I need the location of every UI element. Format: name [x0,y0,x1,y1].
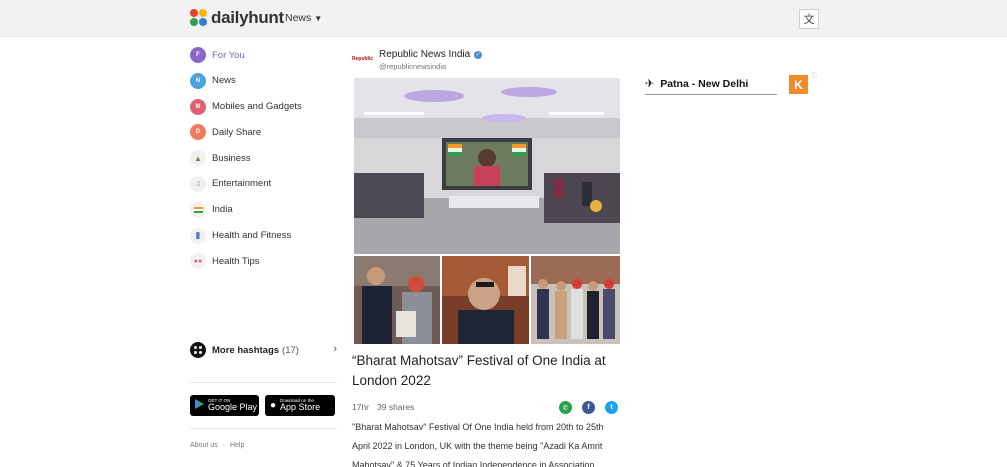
whatsapp-icon[interactable]: ✆ [559,401,572,414]
article-thumbnail[interactable] [531,256,620,344]
health-tips-icon: ●● [190,253,206,270]
sidebar: F For You N News M Mobiles and Gadgets D… [190,46,340,278]
entertainment-icon: ♫ [190,175,206,192]
verified-icon: ✓ [474,50,483,59]
source-logo: Republic [352,56,374,62]
article-thumbnail[interactable] [442,256,529,344]
hashtags-count: (17) [282,344,299,356]
article-body: "Bharat Mahotsav" Festival Of One India … [352,422,604,467]
airplane-icon: ✈ [645,78,655,90]
photo-group-image [531,256,620,344]
article-time: 17hr [352,402,370,412]
sidebar-item-label: Health Tips [212,255,260,267]
flight-route-widget[interactable]: ✈ Patna - New Delhi [645,73,777,95]
help-link[interactable]: Help [230,442,244,449]
ad-logo-icon[interactable]: K [789,75,808,94]
ad-info-icon[interactable]: ⓘ [811,71,817,80]
translate-icon[interactable]: 文 [799,9,819,29]
article-shares: 39 shares [377,402,415,412]
sidebar-item-health-tips[interactable]: ●● Health Tips [190,252,340,270]
hashtag-grid-icon [190,342,206,358]
caret-down-icon: ▼ [314,13,323,23]
twitter-icon[interactable]: t [605,401,618,414]
chevron-right-icon: › [333,343,337,355]
sidebar-item-health-fitness[interactable]: ▮ Health and Fitness [190,227,340,245]
sidebar-item-news[interactable]: N News [190,72,340,90]
logo-text: dailyhunt [211,8,284,27]
photo-award-image [354,256,440,344]
divider [190,382,337,383]
sidebar-item-label: Daily Share [212,126,262,138]
article-hero-image[interactable] [354,78,620,254]
news-icon: N [190,72,206,89]
app-store-button[interactable]: ● Download on the App Store [265,395,335,416]
source-name: Republic News India [379,49,471,60]
footer-links: About us · Help [190,442,245,449]
about-link[interactable]: About us [190,442,218,449]
health-fitness-icon: ▮ [190,227,206,244]
conference-hall-image [354,78,620,254]
divider [190,428,337,429]
sidebar-item-business[interactable]: ▲ Business [190,149,340,167]
article-title[interactable]: “Bharat Mahotsav” Festival of One India … [352,351,622,391]
flight-route: Patna - New Delhi [660,77,749,90]
sidebar-item-daily-share[interactable]: D Daily Share [190,123,340,141]
source-handle: @republicnewsindia [379,62,447,71]
sidebar-item-label: For You [212,49,245,61]
news-dropdown[interactable]: News ▼ [285,12,322,24]
dailyhunt-logo[interactable]: dailyhunt [190,8,284,28]
sidebar-item-label: India [212,204,233,216]
google-play-button[interactable]: GET IT ON Google Play [190,395,259,416]
mobiles-icon: M [190,98,206,115]
article-source[interactable]: Republic Republic News India ✓ @republic… [352,48,622,72]
facebook-icon[interactable]: f [582,401,595,414]
sidebar-item-label: Entertainment [212,178,272,190]
article-thumbnail[interactable] [354,256,440,344]
sidebar-item-label: Business [212,152,251,164]
more-hashtags-label: More hashtags [212,344,280,356]
sidebar-item-mobiles[interactable]: M Mobiles and Gadgets [190,98,340,116]
top-bar: dailyhunt News ▼ 文 [0,0,1007,37]
sidebar-item-entertainment[interactable]: ♫ Entertainment [190,175,340,193]
news-menu-label: News [285,12,312,24]
daily-share-icon: D [190,124,206,141]
sidebar-item-label: News [212,75,236,87]
logo-icon [190,9,208,27]
sidebar-item-label: Health and Fitness [212,230,292,242]
india-flag-icon [190,201,206,218]
sidebar-item-india[interactable]: India [190,201,340,219]
google-play-icon [195,399,204,412]
article-meta: 17hr 39 shares [352,402,414,412]
google-play-text: Google Play [208,402,258,413]
apple-icon: ● [270,400,277,411]
more-hashtags-button[interactable]: More hashtags (17) › [190,341,337,359]
for-you-icon: F [190,47,206,63]
sidebar-item-label: Mobiles and Gadgets [212,101,302,113]
photo-speaker-image [442,256,529,344]
sidebar-item-for-you[interactable]: F For You [190,46,340,64]
business-icon: ▲ [190,150,206,167]
app-store-text: App Store [280,402,321,413]
